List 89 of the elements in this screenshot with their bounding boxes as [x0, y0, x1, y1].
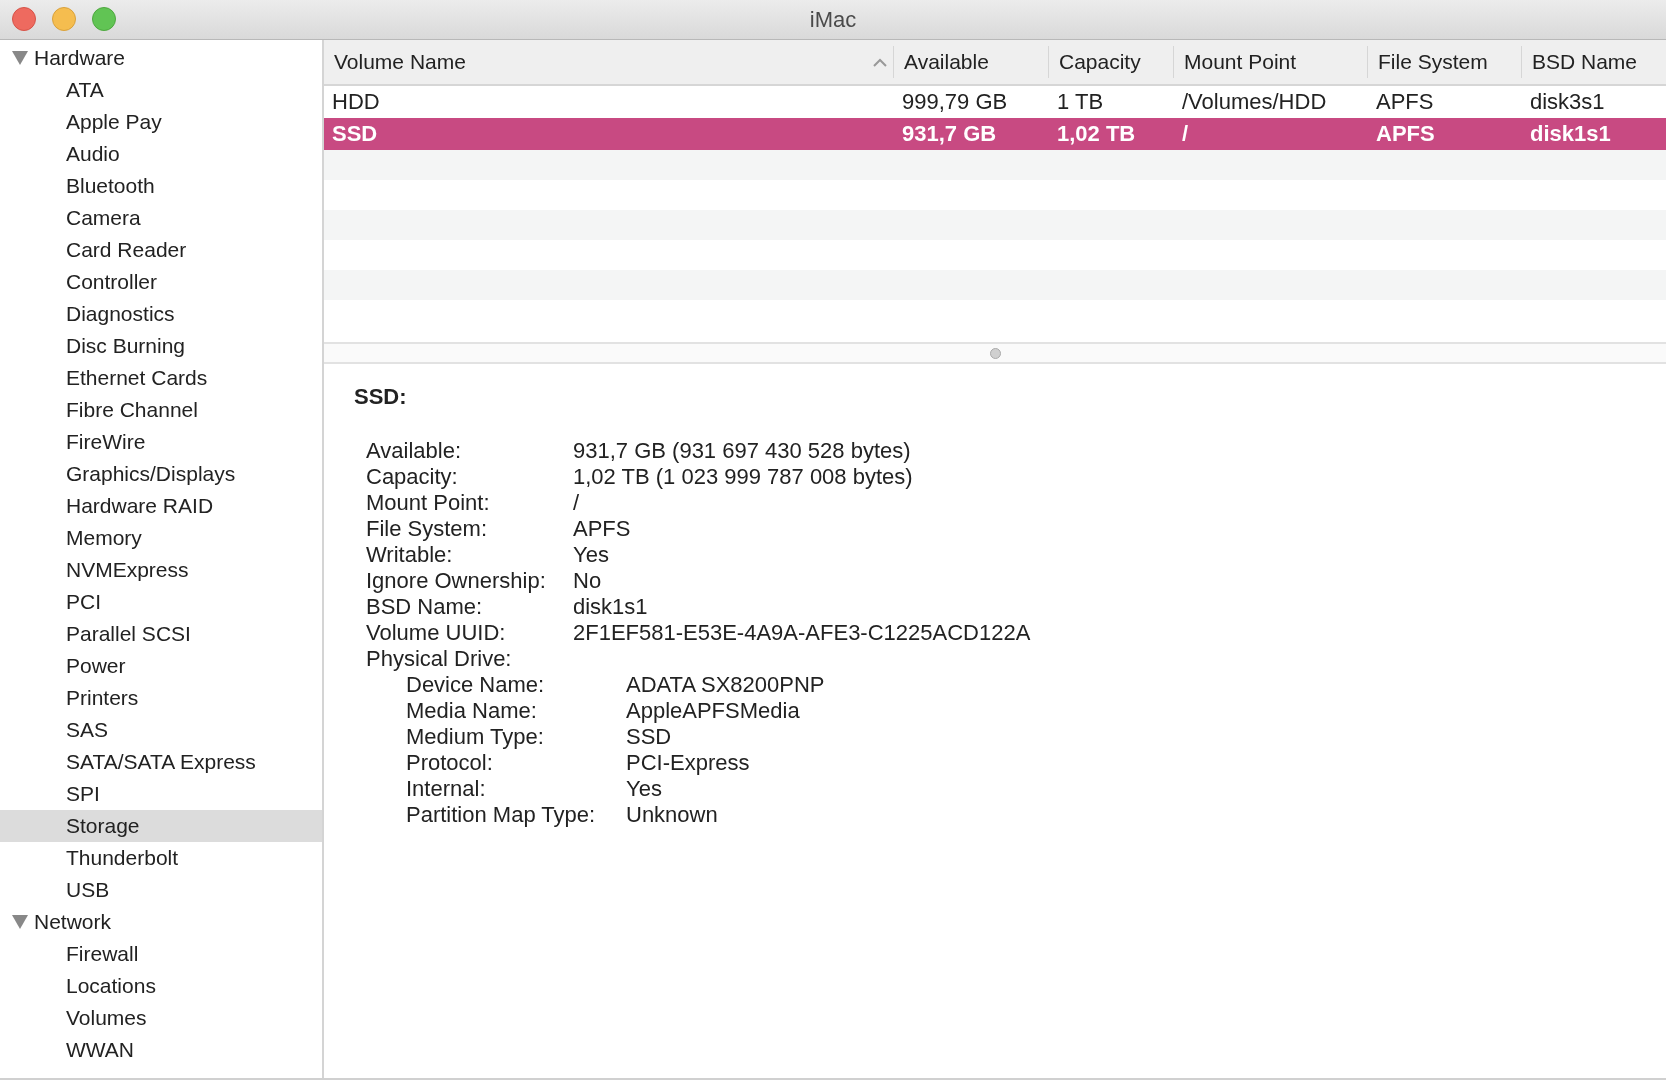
sidebar-item[interactable]: NVMExpress — [0, 554, 322, 586]
table-cell-text: disk1s1 — [1529, 120, 1612, 148]
sidebar-item[interactable]: Firewall — [0, 938, 322, 970]
table-cell-text: SSD — [331, 120, 379, 148]
field-label: Media Name: — [406, 698, 538, 724]
sidebar-item[interactable]: USB — [0, 874, 322, 906]
field-label: Medium Type: — [406, 724, 545, 750]
column-header[interactable]: Volume Name — [324, 46, 894, 78]
column-header[interactable]: Capacity — [1049, 46, 1174, 78]
field-value: 1,02 TB (1 023 999 787 008 bytes) — [573, 464, 914, 490]
field-value: disk1s1 — [573, 594, 649, 620]
table-cell-text: 999,79 GB — [901, 88, 1009, 116]
field-label: BSD Name: — [366, 594, 484, 620]
column-header[interactable]: File System — [1368, 46, 1522, 78]
field-label: Physical Drive: — [366, 646, 513, 672]
field-label: Capacity: — [366, 464, 459, 490]
field-value: Unknown — [626, 802, 719, 828]
sidebar-item[interactable]: Storage — [0, 810, 322, 842]
table-cell-text: HDD — [331, 88, 381, 116]
split-handle[interactable] — [989, 347, 1001, 359]
field-value: SSD — [626, 724, 673, 750]
sidebar-item[interactable]: SATA/SATA Express — [0, 746, 322, 778]
sidebar-item[interactable]: Diagnostics — [0, 298, 322, 330]
table-cell-text: APFS — [1375, 120, 1436, 148]
table-cell-text: 931,7 GB — [901, 120, 998, 148]
table-cell-text: /Volumes/HDD — [1181, 88, 1328, 116]
sidebar-item[interactable]: SPI — [0, 778, 322, 810]
table-cell-text: / — [1181, 120, 1190, 148]
close-button[interactable] — [12, 7, 36, 31]
sidebar-item[interactable]: ATA — [0, 74, 322, 106]
table-cell-text: APFS — [1375, 88, 1435, 116]
table-row[interactable]: HDD 999,79 GB 1 TB /Volumes/HDD APFS disk3s1 — [324, 86, 1666, 118]
field-label: File System: — [366, 516, 489, 542]
field-value: AppleAPFSMedia — [626, 698, 801, 724]
sidebar-item[interactable]: Thunderbolt — [0, 842, 322, 874]
field-value: PCI-Express — [626, 750, 751, 776]
field-label: Device Name: — [406, 672, 546, 698]
field-value: APFS — [573, 516, 632, 542]
field-value: / — [573, 490, 581, 516]
sidebar-item[interactable]: Ethernet Cards — [0, 362, 322, 394]
sidebar-item[interactable]: Bluetooth — [0, 170, 322, 202]
sidebar-item[interactable]: Hardware RAID — [0, 490, 322, 522]
table-cell-text: 1,02 TB — [1056, 120, 1137, 148]
disclosure-triangle-icon[interactable] — [12, 51, 28, 65]
sidebar-group[interactable]: Network — [34, 910, 112, 934]
sidebar-item[interactable]: Printers — [0, 682, 322, 714]
sidebar-item[interactable]: Camera — [0, 202, 322, 234]
table-cell-text: disk3s1 — [1529, 88, 1606, 116]
zoom-button[interactable] — [92, 7, 116, 31]
sidebar-item[interactable]: SAS — [0, 714, 322, 746]
minimize-button[interactable] — [52, 7, 76, 31]
sidebar-item[interactable]: Audio — [0, 138, 322, 170]
sidebar-item[interactable]: Card Reader — [0, 234, 322, 266]
field-label: Protocol: — [406, 750, 494, 776]
column-header[interactable]: Mount Point — [1174, 46, 1368, 78]
sidebar-item[interactable]: Parallel SCSI — [0, 618, 322, 650]
column-header[interactable]: Available — [894, 46, 1049, 78]
window-title: iMac — [809, 6, 857, 33]
sidebar-item[interactable]: Fibre Channel — [0, 394, 322, 426]
table-cell-text: 1 TB — [1056, 88, 1105, 116]
field-label: Mount Point: — [366, 490, 491, 516]
field-value: No — [573, 568, 603, 594]
field-label: Ignore Ownership: — [366, 568, 547, 594]
field-label: Partition Map Type: — [406, 802, 597, 828]
sidebar-item[interactable]: Locations — [0, 970, 322, 1002]
field-label: Available: — [366, 438, 462, 464]
field-value: 2F1EF581-E53E-4A9A-AFE3-C1225ACD122A — [573, 620, 1032, 646]
detail-title: SSD: — [354, 384, 408, 410]
field-label: Volume UUID: — [366, 620, 507, 646]
sidebar-item[interactable]: Power — [0, 650, 322, 682]
field-value: Yes — [573, 542, 610, 568]
table-row[interactable]: SSD 931,7 GB 1,02 TB / APFS disk1s1 — [324, 118, 1666, 150]
sidebar-item[interactable]: Graphics/Displays — [0, 458, 322, 490]
field-value: Yes — [626, 776, 663, 802]
sidebar-item[interactable]: Volumes — [0, 1002, 322, 1034]
disclosure-triangle-icon[interactable] — [12, 915, 28, 929]
sidebar-item[interactable]: WWAN — [0, 1034, 322, 1066]
sidebar-group[interactable]: Hardware — [34, 46, 126, 70]
sidebar-item[interactable]: FireWire — [0, 426, 322, 458]
sidebar-item[interactable]: Memory — [0, 522, 322, 554]
sidebar-item[interactable]: Controller — [0, 266, 322, 298]
field-value: ADATA SX8200PNP — [626, 672, 826, 698]
column-header[interactable]: BSD Name — [1522, 46, 1666, 78]
sidebar-item[interactable]: Apple Pay — [0, 106, 322, 138]
field-label: Internal: — [406, 776, 487, 802]
field-value: 931,7 GB (931 697 430 528 bytes) — [573, 438, 912, 464]
sidebar-item[interactable]: PCI — [0, 586, 322, 618]
sidebar-item[interactable]: Disc Burning — [0, 330, 322, 362]
field-label: Writable: — [366, 542, 454, 568]
